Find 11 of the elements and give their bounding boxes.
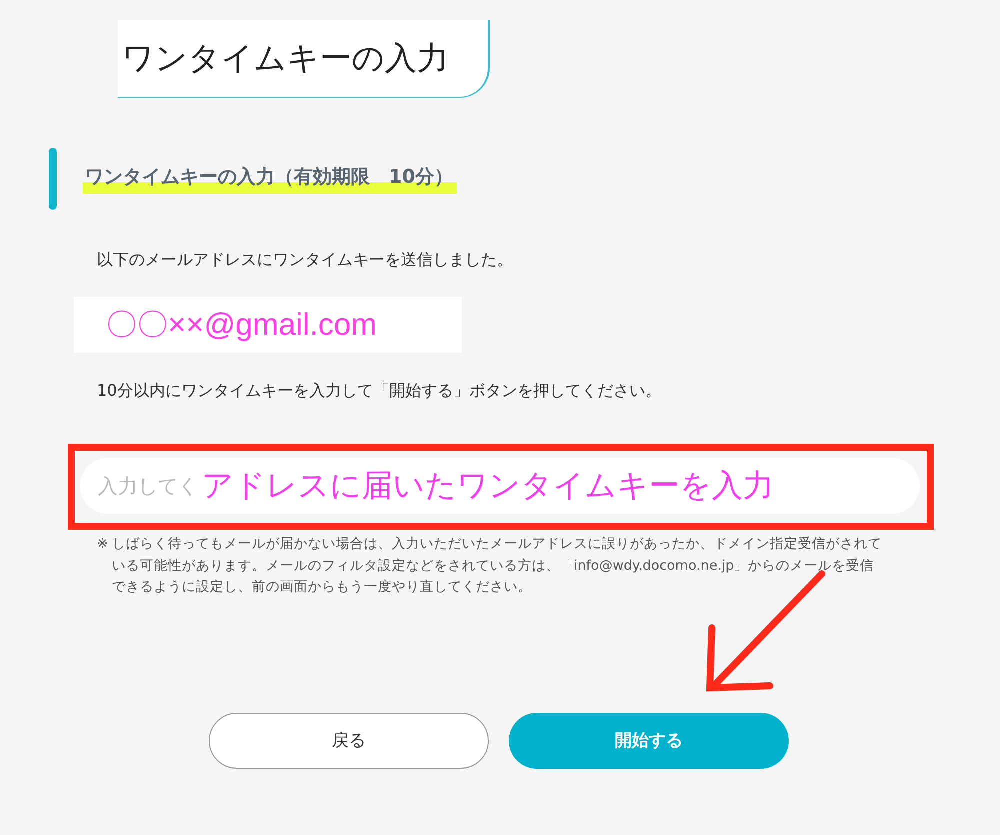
input-field[interactable]: 入力してく: [98, 474, 200, 498]
note-mark: ※: [97, 535, 110, 554]
note-text: しばらく待ってもメールが届かない場合は、入力いただいたメールアドレスに誤りがあったか、ドメイン指定受信がされている可能性があります。メールのフィルタ設定などをされている方は、「info@wdy.docomo.ne.jp」からのメールを受信できるように設定し、前の画面からもう一度やり直してください。: [112, 535, 883, 598]
section-marker: [49, 148, 57, 210]
email-address: 〇〇××@gmail.com: [106, 306, 377, 344]
page-title: ワンタイムキーの入力: [122, 38, 449, 78]
instruction-text: 10分以内にワンタイムキーを入力して「開始する」ボタンを押してください。: [97, 381, 662, 402]
message-text: 以下のメールアドレスにワンタイムキーを送信しました。: [97, 250, 514, 271]
annotation-text: アドレスに届いたワンタイムキーを入力: [202, 467, 774, 506]
action-button[interactable]: 戻る: [209, 712, 489, 769]
section-heading: ワンタイムキーの入力（有効期限 10分）: [83, 164, 458, 194]
